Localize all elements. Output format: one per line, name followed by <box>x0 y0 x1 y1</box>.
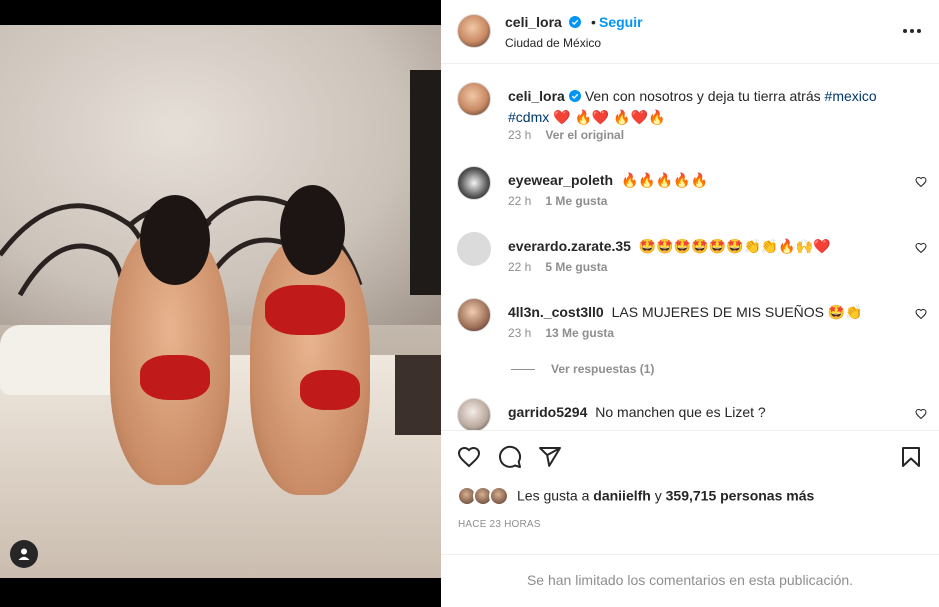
comment-text: No manchen que es Lizet ? <box>595 404 766 420</box>
user-tag-button[interactable] <box>10 540 38 568</box>
comment-text: 🔥🔥🔥🔥🔥 <box>620 172 709 188</box>
commenter-avatar[interactable] <box>457 166 491 200</box>
view-replies-button[interactable]: Ver respuestas (1) <box>511 362 654 376</box>
comment-time[interactable]: 22 h <box>508 194 531 208</box>
person-right-hair <box>280 185 345 275</box>
liker-avatars[interactable] <box>457 486 511 508</box>
commenter-avatar[interactable] <box>457 298 491 332</box>
author-username[interactable]: celi_lora <box>505 14 562 30</box>
comment-likes[interactable]: 13 Me gusta <box>545 326 614 340</box>
person-left-hair <box>140 195 210 285</box>
post-details-panel: celi_lora • Seguir Ciudad de México celi… <box>441 0 939 607</box>
user-tag-icon <box>18 548 30 560</box>
comment-time[interactable]: 22 h <box>508 260 531 274</box>
author-avatar[interactable] <box>457 14 491 48</box>
see-original-button[interactable]: Ver el original <box>545 128 624 142</box>
nightstand <box>395 355 441 435</box>
commenter-username[interactable]: garrido5294 <box>508 404 587 420</box>
comment-time[interactable]: 23 h <box>508 326 531 340</box>
comment-text: LAS MUJERES DE MIS SUEÑOS 🤩👏 <box>611 304 863 320</box>
caption-emojis: ❤️ 🔥❤️ 🔥❤️🔥 <box>553 109 666 125</box>
follow-button[interactable]: Seguir <box>599 14 643 30</box>
caption-author-avatar[interactable] <box>457 82 491 116</box>
comments-limited-notice: Se han limitado los comentarios en esta … <box>441 554 939 607</box>
post-actions-bar <box>441 430 939 470</box>
likes-summary: Les gusta a daniielfh y 359,715 personas… <box>457 486 814 508</box>
likes-count[interactable]: 359,715 personas más <box>666 488 815 504</box>
post-location[interactable]: Ciudad de México <box>505 36 601 50</box>
heart-icon[interactable] <box>915 408 927 420</box>
post-timestamp[interactable]: HACE 23 HORAS <box>458 519 541 530</box>
caption-text: celi_lora Ven con nosotros y deja tu tier… <box>508 86 908 128</box>
commenter-username[interactable]: eyewear_poleth <box>508 172 613 188</box>
commenter-username[interactable]: everardo.zarate.35 <box>508 238 631 254</box>
person-right-lingerie <box>265 285 345 335</box>
comment-icon[interactable] <box>498 445 522 469</box>
post-header: celi_lora • Seguir Ciudad de México <box>441 0 939 64</box>
separator-dot: • <box>591 14 596 30</box>
heart-icon[interactable] <box>915 242 927 254</box>
more-icon <box>903 29 907 33</box>
comment-text: 🤩🤩🤩🤩🤩🤩👏👏🔥🙌❤️ <box>638 238 831 254</box>
liker-username[interactable]: daniielfh <box>593 488 651 504</box>
comments-list: celi_lora Ven con nosotros y deja tu tier… <box>441 64 939 430</box>
caption-body: Ven con nosotros y deja tu tierra atrás <box>584 88 821 104</box>
comment-likes[interactable]: 1 Me gusta <box>545 194 607 208</box>
wall-picture-frame <box>410 70 441 295</box>
hashtag-cdmx[interactable]: #cdmx <box>508 109 549 125</box>
verified-icon <box>568 90 581 102</box>
heart-icon[interactable] <box>915 308 927 320</box>
share-icon[interactable] <box>538 445 562 469</box>
caption-author[interactable]: celi_lora <box>508 88 565 104</box>
comment-likes[interactable]: 5 Me gusta <box>545 260 607 274</box>
person-right-lingerie-bottom <box>300 370 360 410</box>
post-media[interactable] <box>0 0 441 607</box>
heart-icon[interactable] <box>457 445 481 469</box>
hashtag-mexico[interactable]: #mexico <box>825 88 877 104</box>
commenter-avatar[interactable] <box>457 398 491 430</box>
post-photo[interactable] <box>0 25 441 578</box>
heart-icon[interactable] <box>915 176 927 188</box>
more-options-button[interactable] <box>903 22 921 40</box>
person-left-lingerie <box>140 355 210 400</box>
verified-icon <box>569 16 581 28</box>
commenter-username[interactable]: 4ll3n._cost3ll0 <box>508 304 604 320</box>
bookmark-icon[interactable] <box>899 445 923 469</box>
commenter-avatar[interactable] <box>457 232 491 266</box>
instagram-post-modal: celi_lora • Seguir Ciudad de México celi… <box>0 0 939 607</box>
caption-time[interactable]: 23 h <box>508 128 531 142</box>
